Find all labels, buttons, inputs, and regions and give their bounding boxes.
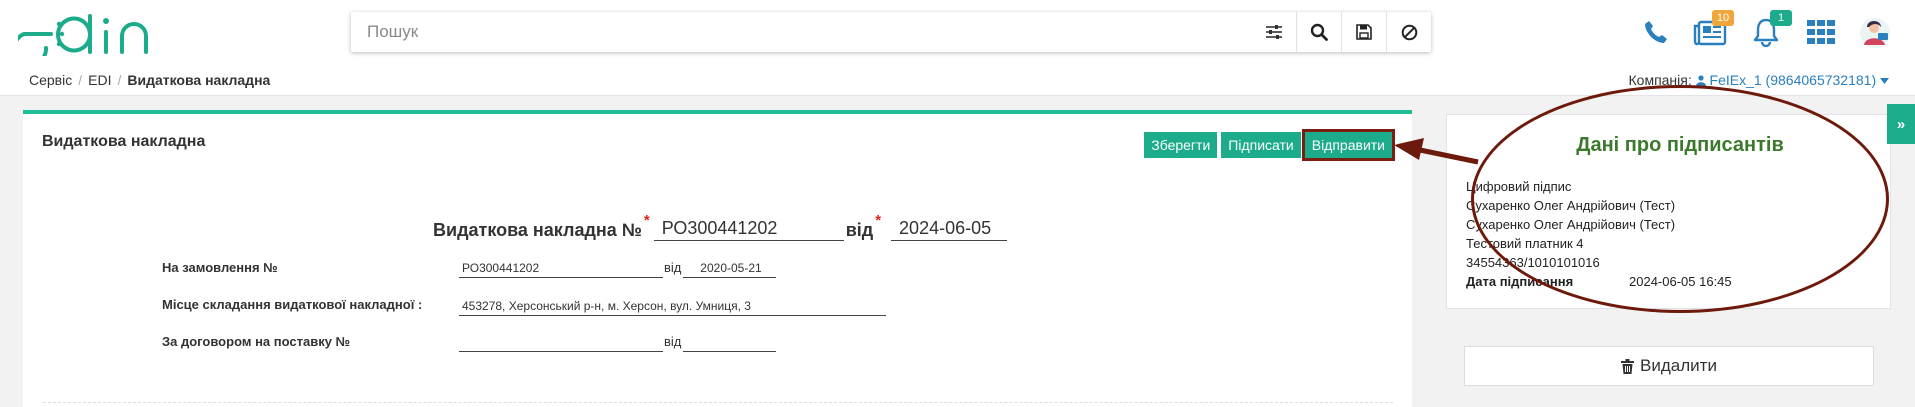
signers-title: Дані про підписантів [1576,134,1784,156]
place-field[interactable]: 453278, Херсонський р-н, м. Херсон, вул.… [459,296,886,316]
contract-label: За договором на поставку № [162,334,351,349]
delete-button[interactable]: Видалити [1464,346,1874,386]
phone-button[interactable] [1638,12,1674,52]
search-input[interactable] [351,12,1251,52]
required-marker: * [643,212,650,229]
order-date-label: від [664,260,682,275]
company-dropdown[interactable]: FeIEx_1 (9864065732181) [1695,72,1889,88]
phone-icon [1645,21,1667,43]
notifications-button[interactable]: 1 [1748,10,1792,52]
edin-logo[interactable] [18,12,160,56]
avatar-icon [1860,18,1890,48]
contract-date-field[interactable] [683,332,776,352]
save-button[interactable]: Зберегти [1144,132,1218,158]
notifications-count-badge: 1 [1770,10,1792,26]
search-bar [351,12,1431,52]
top-bar: 10 1 [0,0,1915,64]
company-name: FeIEx_1 (9864065732181) [1709,72,1877,88]
document-heading: Видаткова накладна № * РО300441202 від *… [433,212,1008,241]
documents-button[interactable]: 10 [1690,10,1734,52]
panel-title: Видаткова накладна [42,133,206,150]
apps-grid-icon [1807,20,1835,44]
caret-down-icon [1880,78,1889,84]
sliders-icon [1265,25,1282,39]
document-date-label: від [845,220,874,240]
send-button[interactable]: Відправити [1301,129,1396,161]
documents-count-badge: 10 [1712,10,1734,26]
double-chevron-right-icon: » [1896,115,1906,133]
trash-icon [1621,358,1635,374]
floppy-disk-icon [1356,24,1372,40]
section-divider [43,402,1393,403]
filter-settings-button[interactable] [1251,12,1296,52]
breadcrumb-service[interactable]: Сервіс [29,72,72,88]
sign-button[interactable]: Підписати [1221,132,1301,158]
breadcrumb-current: Видаткова накладна [127,72,271,88]
order-date-field[interactable]: 2020-05-21 [683,258,776,278]
document-panel: Видаткова накладна Зберегти Підписати Ві… [23,110,1412,407]
document-number-field[interactable]: РО300441202 [653,215,844,241]
search-button[interactable] [1296,12,1341,52]
breadcrumb-separator: / [78,72,83,88]
contract-date-label: від [664,334,682,349]
delete-label: Видалити [1640,356,1717,375]
required-marker: * [875,212,882,229]
breadcrumb-edi[interactable]: EDI [88,72,111,88]
document-actions: Зберегти Підписати Відправити [1144,129,1396,161]
apps-menu-button[interactable] [1803,12,1839,52]
order-label: На замовлення № [162,260,278,275]
document-number-label: Видаткова накладна № [433,220,642,240]
save-search-button[interactable] [1341,12,1386,52]
document-date-field[interactable]: 2024-06-05 [891,215,1008,241]
place-label: Місце складання видаткової накладної : [162,297,423,312]
highlight-ellipse [1471,85,1889,313]
breadcrumb-separator: / [117,72,122,88]
expand-panel-button[interactable]: » [1887,104,1915,144]
search-icon [1310,23,1328,41]
breadcrumb: Сервіс / EDI / Видаткова накладна [29,72,270,88]
order-number-field[interactable]: РО300441202 [459,258,663,278]
user-avatar[interactable] [1855,12,1895,52]
cancel-icon [1401,24,1417,40]
clear-search-button[interactable] [1386,12,1431,52]
contract-number-field[interactable] [459,332,663,352]
user-icon [1695,75,1706,86]
